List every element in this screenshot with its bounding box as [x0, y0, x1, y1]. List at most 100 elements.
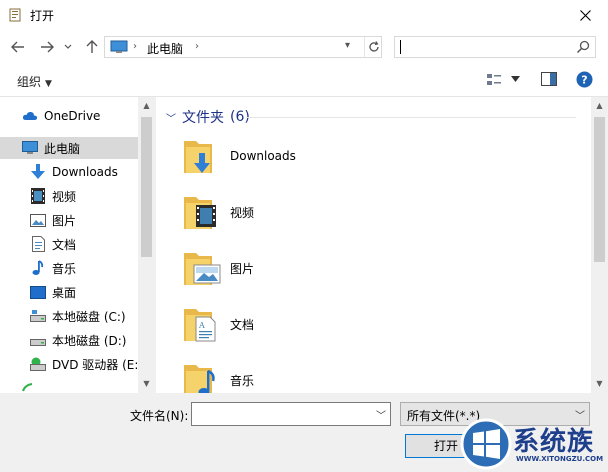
document-icon	[31, 236, 45, 252]
help-icon[interactable]: ?	[576, 71, 593, 88]
sidebar-item-this-pc[interactable]: 此电脑	[0, 137, 138, 159]
open-dialog-icon	[9, 8, 21, 22]
group-title: 文件夹	[182, 110, 224, 126]
sidebar-item-label: OneDrive	[44, 109, 101, 123]
music-folder-icon	[184, 365, 215, 393]
sidebar-item-documents[interactable]: 文档	[0, 233, 138, 255]
desktop-icon	[30, 285, 46, 299]
refresh-button[interactable]	[364, 37, 383, 57]
chevron-down-icon: ﹀	[166, 113, 176, 125]
organize-label: 组织	[17, 75, 42, 89]
folder-item-videos[interactable]: 视频	[182, 187, 254, 237]
back-button[interactable]	[8, 38, 28, 56]
folder-label: Downloads	[230, 149, 296, 163]
video-icon	[31, 188, 45, 204]
sidebar-item-label: DVD 驱动器 (E:)	[52, 357, 144, 372]
open-button-label: 打开	[433, 439, 458, 453]
file-list-pane: ﹀ 文件夹 (6) Downloads 视频 图片 A 文档 音乐 ▲ ▼	[156, 97, 608, 393]
file-list-scroll-thumb[interactable]	[594, 117, 605, 262]
sidebar-item-label: 本地磁盘 (D:)	[52, 333, 127, 348]
folder-label: 视频	[230, 205, 255, 220]
folder-label: 文档	[230, 317, 255, 332]
folder-label: 音乐	[230, 373, 255, 388]
filename-label: 文件名(N):	[130, 409, 189, 423]
sidebar-item-onedrive[interactable]: OneDrive	[0, 105, 138, 127]
scroll-down-icon[interactable]: ▼	[591, 379, 608, 388]
cloud-icon	[22, 111, 38, 120]
navigation-bar: › 此电脑 › ▾	[0, 31, 608, 64]
music-note-icon	[32, 260, 44, 275]
sidebar-item-label: Downloads	[52, 165, 118, 179]
search-input[interactable]	[394, 36, 596, 58]
watermark-url: WWW.XITONGZU.COM	[516, 455, 604, 463]
recent-locations-button[interactable]	[62, 38, 74, 56]
chevron-down-icon[interactable]: ﹀	[376, 407, 386, 422]
forward-button[interactable]	[37, 38, 57, 56]
scroll-down-icon[interactable]: ▼	[138, 379, 155, 388]
command-toolbar: 组织 ▼ ?	[0, 64, 608, 97]
folder-item-documents[interactable]: A 文档	[182, 299, 254, 349]
chevron-right-icon[interactable]: ›	[195, 41, 199, 52]
sidebar-item-label: 本地磁盘 (C:)	[52, 309, 126, 324]
arrow-left-icon	[11, 41, 24, 53]
sidebar-item-drive-c[interactable]: 本地磁盘 (C:)	[0, 305, 138, 327]
close-button[interactable]	[562, 0, 608, 31]
search-icon[interactable]	[576, 40, 590, 54]
sidebar-item-videos[interactable]: 视频	[0, 185, 138, 207]
group-divider	[246, 117, 576, 118]
watermark: 系统族 WWW.XITONGZU.COM	[460, 417, 608, 472]
sidebar-item-label: 图片	[52, 213, 77, 228]
view-options-icon[interactable]	[486, 72, 502, 88]
computer-icon	[110, 40, 128, 53]
address-bar[interactable]: › 此电脑 › ▾	[104, 36, 382, 58]
sidebar-item-dvd-drive[interactable]: DVD 驱动器 (E:)	[0, 353, 143, 375]
dvd-drive-icon	[30, 357, 46, 371]
sidebar-item-pictures[interactable]: 图片	[0, 209, 138, 231]
view-dropdown-icon[interactable]	[511, 76, 520, 82]
address-location[interactable]: 此电脑	[147, 40, 183, 57]
folder-item-pictures[interactable]: 图片	[182, 243, 254, 293]
sidebar-item-label: 视频	[52, 189, 77, 204]
window-title: 打开	[30, 9, 55, 23]
title-bar: 打开	[0, 0, 608, 31]
sidebar-item-desktop[interactable]: 桌面	[0, 281, 138, 303]
folders-group-header[interactable]: ﹀ 文件夹 (6)	[166, 107, 250, 127]
folder-item-music[interactable]: 音乐	[182, 355, 254, 393]
preview-pane-icon[interactable]	[541, 72, 557, 86]
document-folder-icon: A	[184, 309, 216, 342]
partial-item-icon	[22, 383, 33, 392]
scroll-up-icon[interactable]: ▲	[138, 101, 155, 110]
chevron-down-icon: ▼	[45, 79, 52, 89]
arrow-right-icon	[41, 41, 54, 53]
sidebar-scroll-thumb[interactable]	[141, 117, 152, 257]
sidebar-item-drive-d[interactable]: 本地磁盘 (D:)	[0, 329, 138, 351]
filename-input[interactable]: ﹀	[191, 402, 391, 426]
download-arrow-icon	[31, 164, 45, 179]
sidebar-scrollbar[interactable]: ▲ ▼	[138, 97, 155, 393]
picture-icon	[30, 213, 46, 227]
refresh-icon	[369, 41, 379, 52]
folder-label: 图片	[230, 261, 255, 276]
organize-button[interactable]: 组织 ▼	[17, 73, 52, 90]
address-dropdown-icon[interactable]: ▾	[345, 40, 350, 51]
svg-text:?: ?	[581, 74, 587, 87]
folder-item-downloads[interactable]: Downloads	[182, 131, 296, 181]
up-button[interactable]	[82, 38, 102, 56]
video-folder-icon	[184, 197, 216, 229]
sidebar-item-downloads[interactable]: Downloads	[0, 161, 138, 183]
sidebar-item-label: 此电脑	[44, 141, 81, 156]
scroll-up-icon[interactable]: ▲	[591, 101, 608, 110]
downloads-folder-icon	[184, 141, 212, 173]
close-icon	[579, 10, 591, 21]
file-list-scrollbar[interactable]: ▲ ▼	[591, 97, 608, 393]
svg-text:A: A	[198, 321, 205, 330]
sidebar-item-label: 文档	[52, 237, 77, 252]
watermark-text: 系统族	[513, 427, 595, 457]
arrow-up-icon	[86, 40, 98, 53]
chevron-right-icon: ›	[133, 41, 137, 52]
picture-folder-icon	[184, 253, 221, 285]
navigation-pane: OneDrive 此电脑 Downloads 视频 图片 文档 音乐 桌面 本地…	[0, 97, 155, 393]
sidebar-item-music[interactable]: 音乐	[0, 257, 138, 279]
sidebar-item-label: 桌面	[52, 285, 77, 300]
text-caret	[400, 40, 401, 54]
